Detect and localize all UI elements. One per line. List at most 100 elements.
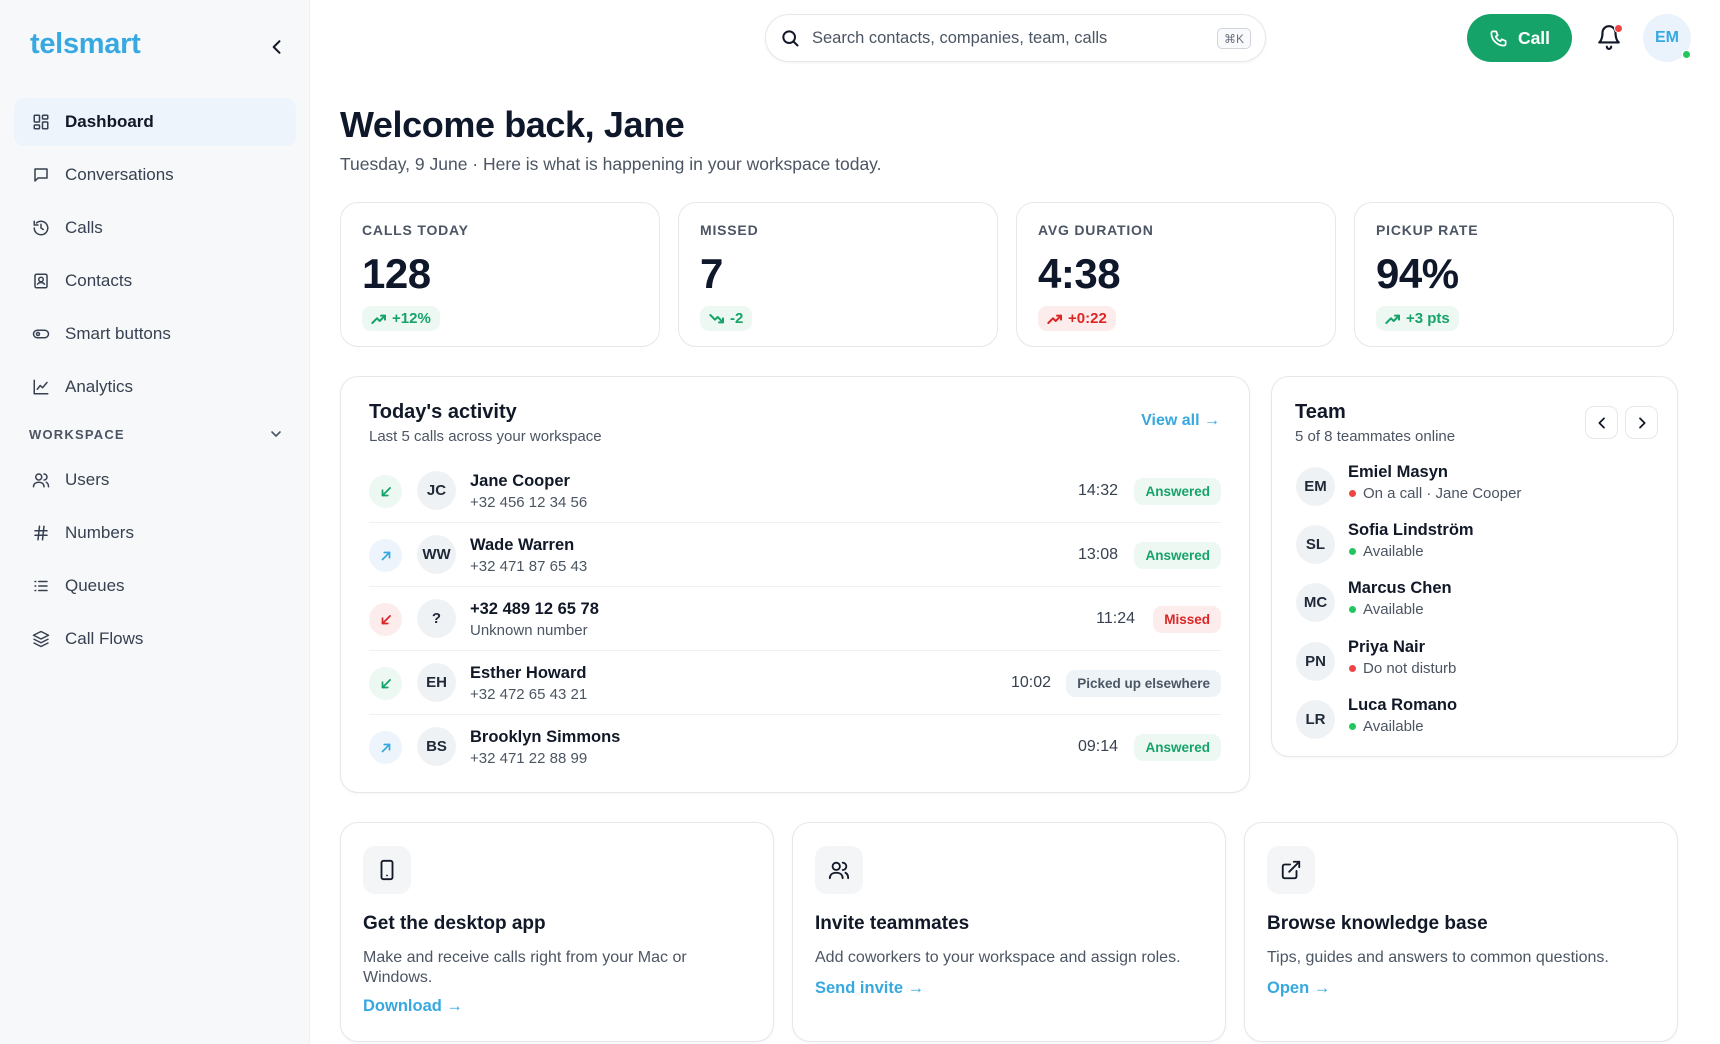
status-badge: Picked up elsewhere (1066, 670, 1221, 697)
team-prev-button[interactable] (1585, 406, 1618, 439)
avatar: EM (1296, 467, 1335, 506)
call-button-label: Call (1517, 27, 1551, 48)
send-invite-link[interactable]: Send invite → (815, 979, 924, 998)
activity-card: Today's activity Last 5 calls across you… (340, 376, 1250, 793)
stat-delta-text: +0:22 (1068, 310, 1107, 327)
list-item[interactable]: EM Emiel Masyn On a call · Jane Cooper (1296, 461, 1656, 513)
hash-icon (31, 523, 51, 543)
sidebar: telsmart Dashboard Conversations Calls C… (0, 0, 310, 1044)
download-link[interactable]: Download → (363, 997, 463, 1016)
stat-delta: +0:22 (1038, 306, 1116, 331)
sidebar-item-queues[interactable]: Queues (14, 562, 296, 610)
list-item[interactable]: MC Marcus Chen Available (1296, 577, 1656, 629)
call-time: 10:02 (1010, 674, 1051, 691)
stat-label: PICKUP RATE (1376, 222, 1479, 238)
activity-subtitle: Last 5 calls across your workspace (369, 428, 602, 445)
status-dot (1349, 606, 1356, 613)
users-icon (31, 470, 51, 490)
stat-card-missed: MISSED 7 -2 (678, 202, 998, 347)
sidebar-item-label: Dashboard (65, 112, 154, 131)
team-next-button[interactable] (1625, 406, 1658, 439)
history-icon (31, 218, 51, 238)
card-title: Invite teammates (815, 913, 970, 934)
stat-delta-text: -2 (730, 310, 744, 327)
member-status: Available (1348, 543, 1424, 560)
stat-label: CALLS TODAY (362, 222, 469, 238)
sidebar-item-numbers[interactable]: Numbers (14, 509, 296, 557)
search-input[interactable] (812, 28, 1192, 48)
list-item[interactable]: LR Luca Romano Available (1296, 694, 1656, 746)
notifications-button[interactable] (1596, 24, 1624, 52)
chevron-right-icon (1638, 416, 1646, 429)
status-badge: Missed (1153, 606, 1221, 633)
view-all-link[interactable]: View all → (1141, 412, 1220, 430)
caller-name: Jane Cooper (470, 472, 570, 490)
team-title: Team (1295, 401, 1346, 423)
avatar: SL (1296, 525, 1335, 564)
sidebar-item-users[interactable]: Users (14, 456, 296, 504)
users-icon (815, 846, 863, 894)
caller-phone: +32 472 65 43 21 (470, 686, 588, 703)
card-title: Browse knowledge base (1267, 913, 1488, 934)
stat-value: 128 (362, 250, 431, 297)
sidebar-item-smart-buttons[interactable]: Smart buttons (14, 310, 296, 358)
caller-phone: +32 471 22 88 99 (470, 750, 588, 767)
member-status: Available (1348, 718, 1424, 735)
avatar: PN (1296, 642, 1335, 681)
sidebar-item-contacts[interactable]: Contacts (14, 257, 296, 305)
table-row[interactable]: EH Esther Howard +32 472 65 43 21 10:02 … (369, 651, 1221, 715)
sidebar-item-conversations[interactable]: Conversations (14, 151, 296, 199)
sidebar-item-dashboard[interactable]: Dashboard (14, 98, 296, 146)
card-description: Add coworkers to your workspace and assi… (815, 949, 1181, 966)
caller-name: Esther Howard (470, 664, 587, 682)
phone-device-icon (363, 846, 411, 894)
open-link[interactable]: Open → (1267, 979, 1330, 998)
member-name: Luca Romano (1348, 696, 1458, 714)
table-row[interactable]: ? +32 489 12 65 78 Unknown number 11:24 … (369, 587, 1221, 651)
team-subtitle: 5 of 8 teammates online (1295, 428, 1456, 445)
stat-label: MISSED (700, 222, 759, 238)
table-row[interactable]: BS Brooklyn Simmons +32 471 22 88 99 09:… (369, 715, 1221, 779)
contact-card-icon (31, 271, 51, 291)
external-link-icon (1267, 846, 1315, 894)
call-button[interactable]: Call (1467, 14, 1572, 62)
sidebar-item-label: Conversations (65, 165, 174, 184)
call-time: 13:08 (1077, 546, 1118, 563)
status-dot (1349, 490, 1356, 497)
outgoing-call-icon (369, 539, 402, 572)
knowledge-base-card: Browse knowledge base Tips, guides and a… (1244, 822, 1678, 1042)
list-item[interactable]: PN Priya Nair Do not disturb (1296, 636, 1656, 688)
sidebar-item-call-flows[interactable]: Call Flows (14, 615, 296, 663)
sidebar-item-calls[interactable]: Calls (14, 204, 296, 252)
avatar: BS (417, 727, 456, 766)
sidebar-item-label: Numbers (65, 523, 134, 542)
global-search[interactable]: ⌘K (765, 14, 1266, 62)
table-row[interactable]: WW Wade Warren +32 471 87 65 43 13:08 An… (369, 523, 1221, 587)
stat-label: AVG DURATION (1038, 222, 1154, 238)
activity-list: JC Jane Cooper +32 456 12 34 56 14:32 An… (369, 459, 1221, 779)
sidebar-item-label: Contacts (65, 271, 133, 290)
chevron-left-icon (1597, 416, 1605, 429)
caller-name: Wade Warren (470, 536, 575, 554)
avatar: ? (417, 599, 456, 638)
workspace-section-toggle[interactable]: WORKSPACE (14, 416, 296, 452)
trend-up-icon (1047, 314, 1062, 324)
list-item[interactable]: SL Sofia Lindström Available (1296, 519, 1656, 571)
trend-down-icon (709, 313, 724, 323)
main-nav: Dashboard Conversations Calls Contacts S… (14, 98, 296, 668)
avatar: LR (1296, 700, 1335, 739)
collapse-sidebar-button[interactable] (263, 33, 291, 61)
avatar: EH (417, 663, 456, 702)
trend-up-icon (371, 314, 386, 324)
call-time: 09:14 (1077, 738, 1118, 755)
layers-icon (31, 629, 51, 649)
chart-icon (31, 377, 51, 397)
stat-delta-text: +3 pts (1406, 310, 1450, 327)
app-logo[interactable]: telsmart (30, 28, 141, 61)
sidebar-item-analytics[interactable]: Analytics (14, 363, 296, 411)
member-status: Available (1348, 601, 1424, 618)
user-avatar[interactable]: EM (1643, 14, 1691, 62)
caller-phone: +32 456 12 34 56 (470, 494, 588, 511)
sidebar-item-label: Call Flows (65, 629, 144, 648)
table-row[interactable]: JC Jane Cooper +32 456 12 34 56 14:32 An… (369, 459, 1221, 523)
